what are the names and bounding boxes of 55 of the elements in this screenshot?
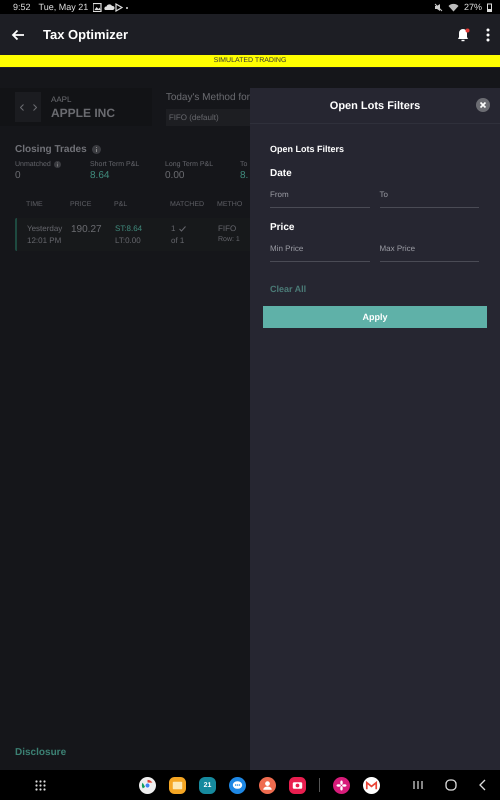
table-cell: 1: [171, 224, 176, 233]
table-cell-text: Yesterday: [27, 224, 64, 233]
screen-title: Tax Optimizer: [43, 27, 128, 42]
method-dropdown[interactable]: FIFO (default): [166, 109, 250, 126]
more-options-icon[interactable]: [486, 28, 490, 42]
ticker-nav-button[interactable]: [15, 92, 41, 122]
back-arrow-icon[interactable]: [11, 28, 25, 40]
input-field[interactable]: To: [380, 184, 479, 208]
status-date: Tue, May 21: [38, 2, 88, 12]
home-icon[interactable]: [445, 779, 457, 791]
filters-heading: Open Lots Filters: [269, 144, 346, 154]
input-field[interactable]: Max Price: [380, 238, 479, 262]
camera-app-icon[interactable]: [289, 776, 306, 794]
table-cell-text: 12:01 PM: [27, 236, 62, 245]
wifi-icon: [448, 2, 459, 12]
mute-icon: [434, 2, 443, 12]
table-cell-text: of 1: [171, 236, 186, 245]
battery-percent: 27%: [464, 2, 482, 12]
section-heading: Price: [270, 222, 296, 233]
method-label: Today's Method for: [166, 92, 250, 103]
stat-value: 8.64: [90, 170, 110, 181]
section-title: Closing Trades: [15, 144, 87, 155]
disclosure-link[interactable]: Disclosure: [0, 747, 250, 758]
recent-apps-icon[interactable]: [413, 780, 423, 790]
chevron-left-icon[interactable]: [20, 104, 24, 110]
chevron-right-icon[interactable]: [32, 104, 36, 110]
close-icon[interactable]: [476, 98, 490, 112]
table-cell-text: ST:8.64: [115, 224, 144, 233]
table-cell-text: FIFO: [218, 224, 238, 233]
info-icon[interactable]: [92, 145, 101, 154]
notification-bell-icon[interactable]: [457, 28, 470, 42]
table-cell-text: 190.27: [71, 224, 103, 235]
contacts-app-icon[interactable]: [259, 776, 276, 794]
info-icon[interactable]: [54, 161, 61, 168]
check-icon: [179, 226, 186, 232]
table-cell-text: LT:0.00: [115, 236, 142, 245]
stat-value: 8.: [240, 170, 250, 181]
stat-value: 0: [15, 170, 22, 181]
input-field[interactable]: From: [270, 184, 370, 208]
status-time: 9:52: [13, 2, 31, 12]
mail-app-icon[interactable]: [363, 776, 380, 794]
browser-app-icon[interactable]: [139, 776, 156, 794]
section-heading: Date: [270, 168, 293, 179]
back-icon[interactable]: [479, 779, 486, 791]
stat-value: 0.00: [165, 170, 186, 181]
company-name: APPLE INC: [51, 106, 116, 120]
app-drawer-icon[interactable]: [35, 780, 46, 790]
folder-app-icon[interactable]: [169, 776, 186, 794]
input-field[interactable]: Min Price: [270, 238, 370, 262]
ticker-symbol: AAPL: [51, 94, 72, 104]
apply-button[interactable]: Apply: [263, 306, 487, 328]
panel-title: Open Lots Filters: [330, 100, 420, 112]
chat-app-icon[interactable]: [229, 776, 246, 794]
flower-app-icon[interactable]: [333, 776, 350, 794]
battery-icon: [487, 2, 492, 12]
